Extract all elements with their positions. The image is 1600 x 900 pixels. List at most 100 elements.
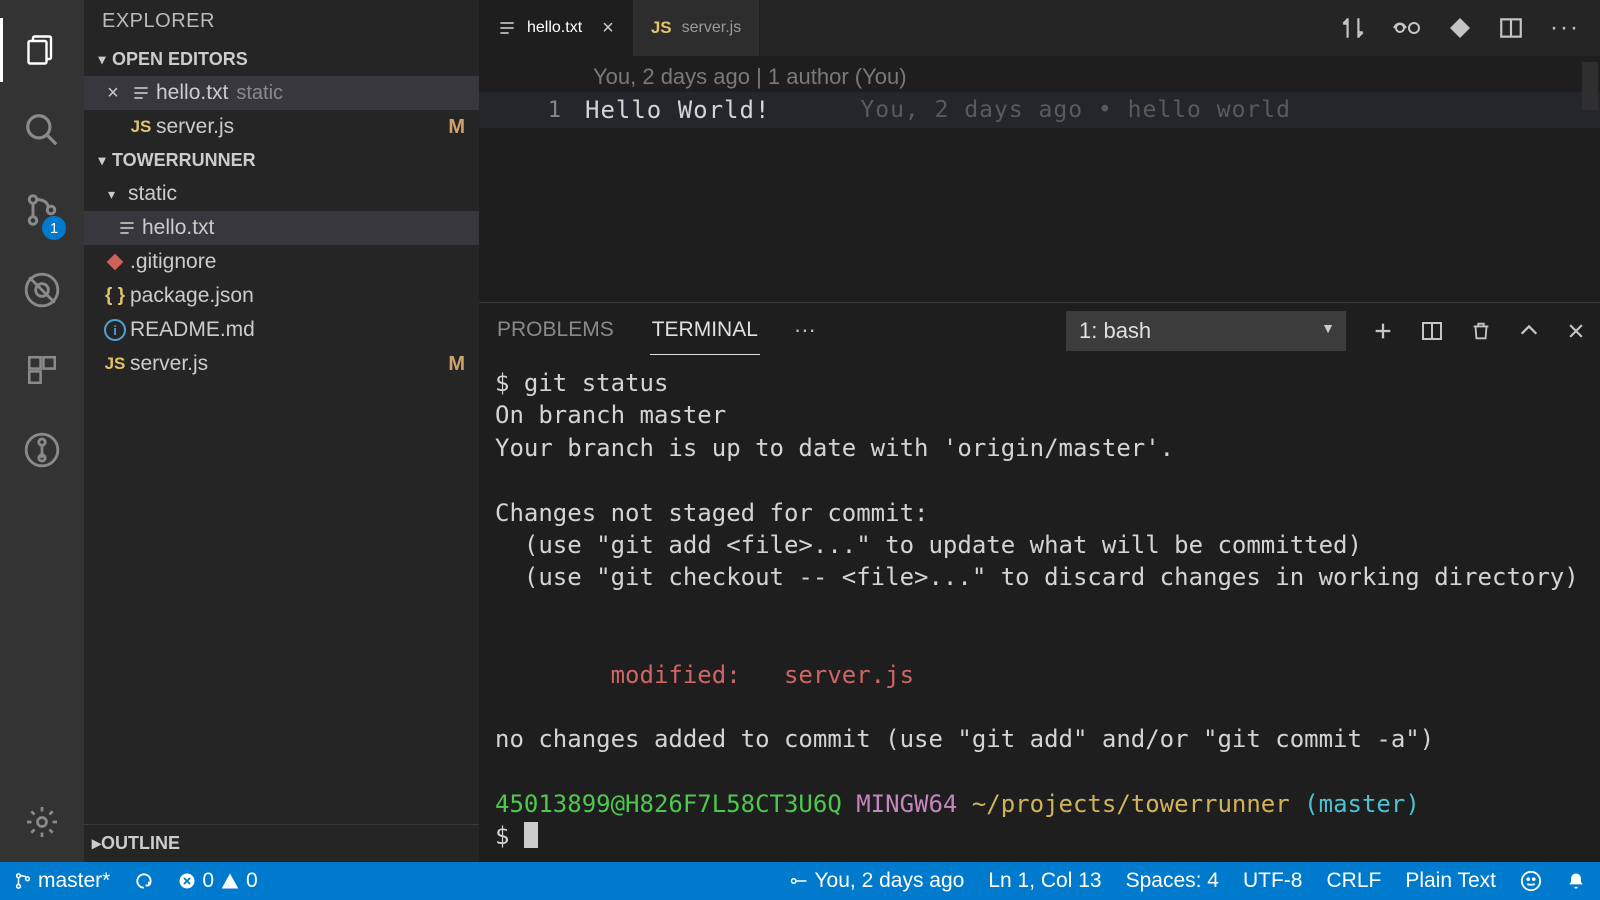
tab-label: hello.txt [527,19,582,37]
close-icon[interactable]: × [100,82,126,105]
json-file-icon: { } [100,285,130,307]
activity-extensions[interactable] [0,330,84,410]
term-line: no changes added to commit (use "git add… [495,725,1434,753]
editor-body[interactable]: You, 2 days ago | 1 author (You) 1 Hello… [479,56,1600,862]
status-problems[interactable]: 0 0 [178,869,257,893]
file-row[interactable]: { } package.json [84,279,479,313]
folder-name: static [128,182,177,206]
term-prompt-user: 45013899@H826F7L58CT3U6Q [495,790,842,818]
modified-indicator: M [448,353,465,376]
status-feedback-icon[interactable] [1520,870,1542,892]
folder-row[interactable]: ▾ static [84,177,479,211]
open-editors-header[interactable]: ▾ OPEN EDITORS [84,43,479,76]
file-name: hello.txt [156,81,228,105]
status-branch[interactable]: master* [14,869,110,893]
term-prompt-path: ~/projects/towerrunner [957,790,1289,818]
code-content: Hello World! [585,96,770,124]
open-editor-item[interactable]: × hello.txt static [84,76,479,110]
editor-region: hello.txt × JS server.js [479,0,1600,862]
term-line: $ git status [495,369,668,397]
open-editor-item[interactable]: JS server.js M [84,110,479,144]
sidebar-title: EXPLORER [84,0,479,43]
term-prompt-sys: MINGW64 [842,790,958,818]
split-terminal-icon[interactable] [1420,319,1444,343]
file-name: README.md [130,318,255,342]
diamond-icon[interactable] [1448,16,1472,40]
term-line: Your branch is up to date with 'origin/m… [495,434,1174,462]
git-file-icon [100,252,130,272]
status-language[interactable]: Plain Text [1405,869,1496,893]
panel-tab-terminal[interactable]: TERMINAL [650,306,760,355]
term-prompt-dollar: $ [495,822,524,850]
terminal-output[interactable]: $ git status On branch master Your branc… [479,357,1600,862]
maximize-panel-icon[interactable] [1518,320,1540,342]
workspace-name: TOWERRUNNER [112,150,256,171]
terminal-select[interactable]: 1: bash [1066,311,1346,351]
code-line[interactable]: 1 Hello World! You, 2 days ago • hello w… [479,92,1600,128]
term-prompt-branch: (master) [1290,790,1420,818]
open-editors-label: OPEN EDITORS [112,49,248,70]
line-number: 1 [479,98,585,123]
trash-icon[interactable] [1470,320,1492,342]
more-icon[interactable]: ··· [1550,14,1580,42]
inline-blame: You, 2 days ago • hello world [860,97,1291,123]
compare-icon[interactable] [1340,15,1366,41]
file-name: hello.txt [142,216,214,240]
modified-indicator: M [448,116,465,139]
tab-label: server.js [682,19,742,37]
minimap[interactable] [1582,62,1598,110]
activity-settings[interactable] [0,782,84,862]
status-blame[interactable]: You, 2 days ago [790,869,964,893]
close-icon[interactable]: × [602,17,614,40]
codelens[interactable]: You, 2 days ago | 1 author (You) [479,56,1600,92]
file-lines-icon [112,218,142,238]
file-row[interactable]: .gitignore [84,245,479,279]
warning-count: 0 [246,869,258,893]
status-encoding[interactable]: UTF-8 [1243,869,1303,893]
term-line: Changes not staged for commit: [495,499,928,527]
status-blame-text: You, 2 days ago [814,869,964,893]
activity-source-control[interactable]: 1 [0,170,84,250]
panel: PROBLEMS TERMINAL ··· 1: bash [479,302,1600,862]
editor-tab[interactable]: JS server.js [633,0,760,56]
file-row[interactable]: JS server.js M [84,347,479,381]
activity-bar: 1 [0,0,84,862]
file-row[interactable]: hello.txt [84,211,479,245]
activity-explorer[interactable] [0,10,84,90]
panel-tab-problems[interactable]: PROBLEMS [495,306,616,354]
file-lines-icon [126,83,156,103]
status-cursor-position[interactable]: Ln 1, Col 13 [988,869,1101,893]
file-row[interactable]: i README.md [84,313,479,347]
split-editor-icon[interactable] [1498,15,1524,41]
file-name: .gitignore [130,250,216,274]
term-line: (use "git add <file>..." to update what … [495,531,1362,559]
activity-debug[interactable] [0,250,84,330]
editor-tab[interactable]: hello.txt × [479,0,633,56]
branch-name: master* [38,869,110,893]
info-file-icon: i [100,319,130,341]
chevron-down-icon: ▾ [92,152,112,169]
activity-gitlens[interactable] [0,410,84,490]
outline-header[interactable]: ▸ OUTLINE [84,824,479,862]
new-terminal-icon[interactable] [1372,320,1394,342]
file-name: server.js [130,352,208,376]
js-file-icon: JS [100,354,130,374]
term-line: (use "git checkout -- <file>..." to disc… [495,563,1579,591]
more-icon[interactable]: ··· [794,317,816,343]
status-eol[interactable]: CRLF [1326,869,1381,893]
error-count: 0 [202,869,214,893]
file-lines-icon [497,18,517,38]
close-panel-icon[interactable] [1566,321,1586,341]
scm-badge: 1 [42,216,66,240]
outline-label: OUTLINE [101,833,180,854]
status-notifications-icon[interactable] [1566,871,1586,891]
activity-search[interactable] [0,90,84,170]
status-indent[interactable]: Spaces: 4 [1126,869,1219,893]
toggle-view-icon[interactable] [1392,17,1422,39]
status-sync[interactable] [134,871,154,891]
chevron-down-icon: ▾ [92,51,112,68]
workspace-header[interactable]: ▾ TOWERRUNNER [84,144,479,177]
chevron-right-icon: ▸ [92,833,101,854]
term-line: On branch master [495,401,726,429]
editor-actions: ··· [1340,0,1600,56]
